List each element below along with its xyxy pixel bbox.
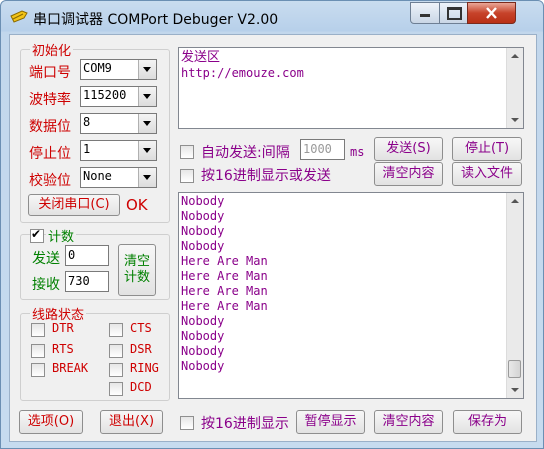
databits-select[interactable]: 8 [80,113,157,134]
recv-count-label: 接收 [32,277,60,293]
count-group-title: 计数 [46,226,77,245]
send-button[interactable]: 发送(S) [374,137,443,161]
databits-label: 数据位 [29,119,71,135]
baud-label: 波特率 [29,92,71,108]
cts-checkbox[interactable] [109,323,123,337]
parity-select[interactable]: None [80,167,157,188]
receive-line: Nobody [181,194,225,208]
maximize-button[interactable] [439,2,468,24]
break-checkbox[interactable] [31,363,45,377]
chevron-down-icon[interactable] [138,87,156,106]
close-port-button[interactable]: 关闭串口(C) [28,194,120,216]
baud-select[interactable]: 115200 [80,86,157,107]
hex-send-label: 按16进制显示或发送 [201,168,331,184]
chevron-down-icon[interactable] [138,60,156,79]
stopbits-label: 停止位 [29,146,71,162]
port-label: 端口号 [29,65,71,81]
hex-send-checkbox[interactable] [180,169,194,183]
auto-send-checkbox[interactable] [180,145,194,159]
scroll-down-icon[interactable] [507,112,523,128]
app-icon [10,10,28,23]
rts-checkbox[interactable] [31,344,45,358]
dsr-label: DSR [130,342,152,356]
auto-send-label: 自动发送:间隔 [201,145,290,161]
receive-line: Nobody [181,344,225,358]
clear-send-button[interactable]: 清空内容 [374,162,443,186]
minimize-button[interactable] [410,2,440,24]
hex-display-checkbox[interactable] [180,416,194,430]
close-button[interactable] [467,2,516,24]
send-text-line: 发送区 [181,50,221,65]
clear-count-line2: 计数 [123,270,150,285]
receive-line: Here Are Man [181,299,268,313]
recv-count-field: 730 [65,271,109,292]
dtr-checkbox[interactable] [31,323,45,337]
receive-line: Here Are Man [181,269,268,283]
send-scrollbar[interactable] [506,48,523,128]
parity-value: None [83,169,112,183]
stopbits-select[interactable]: 1 [80,140,157,161]
hex-display-label: 按16进制显示 [201,416,289,432]
break-label: BREAK [52,361,89,375]
title-bar[interactable]: 串口调试器 COMPort Debuger V2.00 [1,1,543,34]
ring-label: RING [130,361,159,375]
receive-line: Here Are Man [181,254,268,268]
window-title: 串口调试器 COMPort Debuger V2.00 [33,12,279,28]
send-text-line: http://emouze.com [181,66,304,80]
chevron-down-icon[interactable] [138,168,156,187]
receive-line: Nobody [181,359,225,373]
dsr-checkbox[interactable] [109,344,123,358]
send-textarea[interactable]: 发送区 http://emouze.com [178,47,524,129]
interval-field[interactable]: 1000 [300,139,345,160]
port-value: COM9 [83,61,112,75]
receive-line: Nobody [181,314,225,328]
chevron-down-icon[interactable] [138,114,156,133]
receive-line: Nobody [181,329,225,343]
app-window: 串口调试器 COMPort Debuger V2.00 初始化 端口号 COM9… [0,0,544,449]
port-select[interactable]: COM9 [80,59,157,80]
scroll-thumb[interactable] [508,360,521,378]
scroll-up-icon[interactable] [507,48,523,64]
port-status: OK [126,196,148,214]
read-file-button[interactable]: 读入文件 [452,162,522,186]
maximize-icon [447,7,462,20]
stop-button[interactable]: 停止(T) [452,137,522,161]
send-count-field: 0 [65,245,109,266]
clear-count-line1: 清空 [123,254,150,269]
scroll-down-icon[interactable] [507,382,523,398]
parity-label: 校验位 [29,173,71,189]
receive-textarea[interactable]: Nobody Nobody Nobody Nobody Here Are Man Here… [178,192,524,399]
clear-count-button[interactable]: 清空 计数 [118,244,156,296]
chevron-down-icon[interactable] [138,141,156,160]
dcd-checkbox[interactable] [109,382,123,396]
minimize-icon [420,14,430,17]
cts-label: CTS [130,321,152,335]
close-icon [486,7,497,19]
options-button[interactable]: 选项(O) [19,410,83,434]
ring-checkbox[interactable] [109,363,123,377]
client-area: 初始化 端口号 COM9 波特率 115200 数据位 8 停止位 1 校验位 … [9,34,537,442]
count-checkbox[interactable] [30,227,44,243]
rts-label: RTS [52,342,74,356]
receive-lines: Nobody Nobody Nobody Nobody Here Are Man Here… [181,194,268,374]
dcd-label: DCD [130,380,152,394]
interval-unit: ms [350,145,365,159]
scroll-up-icon[interactable] [507,193,523,209]
send-count-label: 发送 [32,251,60,267]
stopbits-value: 1 [83,142,91,156]
receive-line: Nobody [181,224,225,238]
dtr-label: DTR [52,321,74,335]
exit-button[interactable]: 退出(X) [100,410,163,434]
init-group-title: 初始化 [30,40,74,59]
databits-value: 8 [83,115,91,129]
save-as-button[interactable]: 保存为 [453,410,522,434]
receive-line: Nobody [181,209,225,223]
baud-value: 115200 [83,88,127,102]
pause-button[interactable]: 暂停显示 [296,410,365,434]
receive-scrollbar[interactable] [506,193,523,398]
clear-receive-button[interactable]: 清空内容 [374,410,443,434]
receive-line: Nobody [181,239,225,253]
receive-line: Here Are Man [181,284,268,298]
